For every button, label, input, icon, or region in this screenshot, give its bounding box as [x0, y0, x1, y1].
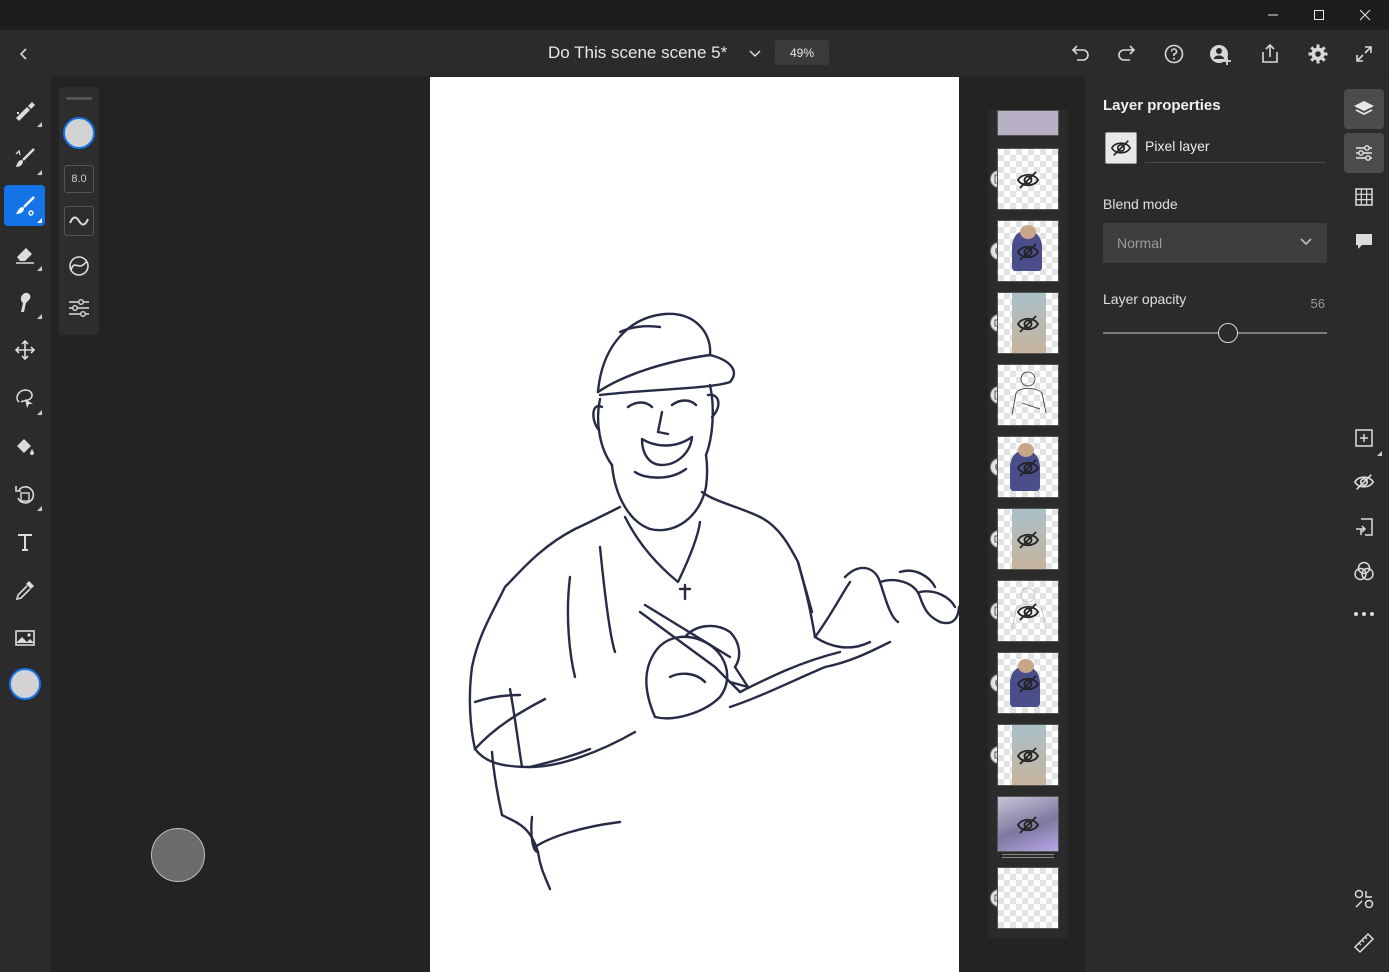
grid-icon[interactable] — [1344, 177, 1384, 217]
layer-thumb[interactable] — [997, 148, 1059, 210]
layer-thumb[interactable] — [997, 724, 1059, 786]
layer-properties-icon[interactable] — [1344, 133, 1384, 173]
right-rail — [1340, 77, 1389, 972]
import-icon[interactable] — [1344, 507, 1384, 547]
layer-thumb[interactable] — [997, 508, 1059, 570]
blend-mode-value: Normal — [1117, 235, 1163, 251]
hidden-eye-icon[interactable] — [1016, 744, 1040, 768]
color-swatch[interactable] — [4, 663, 45, 704]
opacity-slider-handle[interactable] — [1218, 323, 1239, 343]
divider — [1145, 162, 1326, 163]
title-bar — [0, 0, 1389, 30]
layer-thumb-sketch[interactable] — [997, 364, 1059, 426]
layer-visibility-icon[interactable] — [1105, 132, 1137, 164]
back-icon[interactable] — [6, 30, 42, 77]
blend-icon[interactable] — [1344, 551, 1384, 591]
share-layer-icon[interactable] — [1344, 879, 1384, 919]
blend-mode-label: Blend mode — [1103, 196, 1178, 212]
redo-icon[interactable] — [1109, 30, 1145, 77]
divider — [1002, 857, 1054, 858]
app-header: Do This scene scene 5* 49% — [0, 30, 1389, 77]
layer-name-field[interactable]: Pixel layer — [1145, 138, 1210, 154]
layer-thumb[interactable] — [997, 436, 1059, 498]
lasso-select-icon[interactable] — [4, 377, 45, 418]
minimize-icon[interactable] — [1250, 0, 1296, 30]
brush-size[interactable]: 8.0 — [64, 165, 94, 193]
fullscreen-icon[interactable] — [1346, 30, 1382, 77]
panel-heading: Layer properties — [1103, 97, 1221, 114]
opacity-slider-track[interactable] — [1103, 332, 1327, 334]
tools-toolbar — [0, 77, 50, 972]
move-icon[interactable] — [4, 329, 45, 370]
panel-grip[interactable] — [66, 97, 92, 100]
layer-thumb[interactable] — [997, 796, 1059, 852]
hidden-eye-icon[interactable] — [1016, 672, 1040, 696]
eraser-icon[interactable] — [4, 233, 45, 274]
layer-opacity-label: Layer opacity — [1103, 291, 1187, 307]
eyedropper-icon[interactable] — [4, 569, 45, 610]
vector-brush-icon[interactable] — [4, 185, 45, 226]
chevron-down-icon[interactable] — [737, 30, 773, 77]
layer-thumb[interactable] — [997, 652, 1059, 714]
live-brush-icon[interactable] — [4, 137, 45, 178]
layer-thumb-background[interactable] — [997, 867, 1059, 929]
more-icon[interactable] — [1344, 594, 1384, 634]
hidden-eye-icon[interactable] — [1016, 813, 1040, 837]
hidden-eye-icon[interactable] — [1016, 168, 1040, 192]
brush-color-swatch[interactable] — [62, 116, 96, 150]
layer-thumb[interactable] — [997, 292, 1059, 354]
add-layer-icon[interactable] — [1344, 418, 1384, 458]
brush-settings-icon[interactable] — [66, 295, 92, 321]
hidden-eye-icon[interactable] — [1016, 456, 1040, 480]
type-icon[interactable] — [4, 521, 45, 562]
layers-icon[interactable] — [1344, 89, 1384, 129]
brush-stroke-icon[interactable] — [64, 206, 94, 236]
layer-properties-panel: Layer properties Pixel layer Blend mode … — [1084, 77, 1340, 972]
visibility-icon[interactable] — [1344, 462, 1384, 502]
chevron-down-icon — [1300, 238, 1312, 246]
close-icon[interactable] — [1342, 0, 1388, 30]
layer-thumb-top[interactable] — [997, 110, 1059, 136]
layers-panel — [988, 110, 1068, 938]
drawing-canvas[interactable] — [430, 77, 959, 972]
sketch-drawing — [468, 312, 959, 891]
ruler-icon[interactable] — [1344, 923, 1384, 963]
maximize-icon[interactable] — [1296, 0, 1342, 30]
help-icon[interactable] — [1156, 30, 1192, 77]
pixel-brush-icon[interactable] — [4, 89, 45, 130]
smoothing-icon[interactable] — [66, 253, 92, 279]
invite-icon[interactable] — [1203, 30, 1239, 77]
zoom-level[interactable]: 49% — [775, 40, 829, 65]
share-icon[interactable] — [1252, 30, 1288, 77]
blend-mode-select[interactable]: Normal — [1103, 223, 1327, 263]
image-icon[interactable] — [4, 617, 45, 658]
layer-thumb[interactable] — [997, 220, 1059, 282]
smudge-icon[interactable] — [4, 281, 45, 322]
settings-icon[interactable] — [1300, 30, 1336, 77]
hidden-eye-icon[interactable] — [1016, 600, 1040, 624]
transform-icon[interactable] — [4, 473, 45, 514]
hidden-eye-icon[interactable] — [1016, 528, 1040, 552]
comments-icon[interactable] — [1344, 221, 1384, 261]
hidden-eye-icon[interactable] — [1016, 312, 1040, 336]
document-title[interactable]: Do This scene scene 5* — [548, 43, 727, 63]
hidden-eye-icon[interactable] — [1016, 240, 1040, 264]
brush-settings-panel: 8.0 — [59, 87, 99, 335]
divider — [1002, 854, 1054, 855]
layer-opacity-value[interactable]: 56 — [1311, 296, 1325, 311]
fill-icon[interactable] — [4, 425, 45, 466]
undo-icon[interactable] — [1062, 30, 1098, 77]
layer-thumb[interactable] — [997, 580, 1059, 642]
touch-modifier-button[interactable] — [151, 828, 205, 882]
